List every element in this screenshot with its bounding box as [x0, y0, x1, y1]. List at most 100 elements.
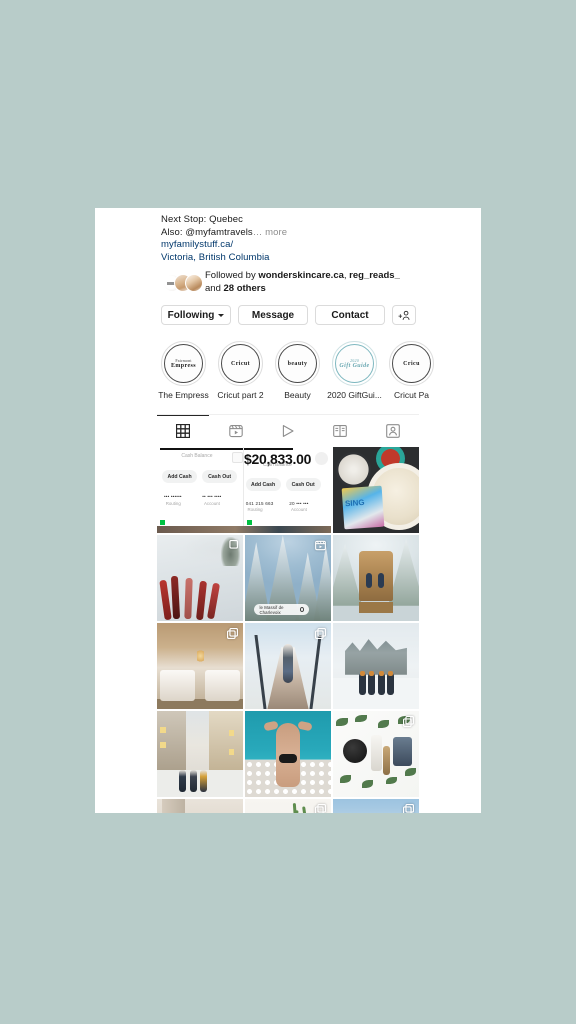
cashapp-logo-left [160, 520, 166, 526]
post-old-quebec-street[interactable] [157, 711, 243, 798]
highlight-label: The Empress [158, 390, 209, 401]
cashapp-amount-sublabel: Cash Balance [263, 461, 292, 467]
dvd-case: SING [341, 485, 385, 530]
post-snowy-bridge[interactable] [245, 623, 331, 710]
cashapp-cash-out-button-right[interactable]: Cash Out [285, 478, 321, 492]
highlight-label: Cricut part 2 [217, 390, 264, 401]
highlight-cover: 2020 Gift Guide [335, 344, 374, 384]
cashapp-card-thumb [231, 452, 243, 464]
poolside-artwork [245, 711, 331, 798]
cashapp-account-label-left: Account [203, 500, 220, 506]
profile-tab-bar [157, 414, 419, 445]
chateau-artwork [333, 623, 419, 710]
carousel-icon [403, 716, 414, 728]
search-icon [299, 607, 305, 613]
profile-action-buttons: Following Message Contact + [95, 295, 481, 326]
tab-tagged[interactable] [367, 415, 419, 445]
profile-website-link[interactable]: myfamilystuff.ca/ [161, 239, 481, 252]
play-icon [282, 424, 294, 437]
followed-by-name-1[interactable]: wonderskincare.ca [258, 270, 344, 281]
dvd-title: SING [345, 497, 366, 508]
carousel-icon [403, 804, 414, 813]
profile-bio: Next Stop: Quebec Also: @myfamtravels… m… [95, 208, 481, 264]
post-snowy-trees[interactable]: le Massif de Charlevoix [245, 535, 331, 622]
tab-igtv[interactable] [262, 415, 314, 445]
highlight-label: Cricut Pa [394, 390, 429, 401]
highlight-cover: Fairmont Empress [164, 344, 203, 384]
post-plant-pot[interactable] [245, 799, 331, 813]
post-movie-night-snacks[interactable]: SING [333, 447, 419, 534]
following-button[interactable]: Following [161, 305, 231, 326]
highlight-cover: beauty [278, 344, 317, 384]
add-person-icon: + [398, 310, 409, 320]
bio-line-next-stop: Next Stop: Quebec [161, 214, 243, 225]
highlight-the-empress[interactable]: Fairmont Empress The Empress [158, 341, 209, 400]
post-chateau-frontenac[interactable] [333, 623, 419, 710]
tagged-person-icon [385, 423, 400, 438]
followed-by-name-2[interactable]: reg_reads_ [349, 270, 400, 281]
cashapp-add-cash-button-left[interactable]: Add Cash [162, 470, 198, 484]
highlight-cricut-part-1[interactable]: Cricu Cricut Pa [389, 341, 434, 400]
cashapp-logo-right [246, 520, 252, 526]
following-button-label: Following [167, 309, 215, 321]
post-giant-chair[interactable] [333, 535, 419, 622]
highlight-ring: Fairmont Empress [161, 341, 206, 387]
followed-by-and: and [205, 282, 224, 294]
cashapp-routing-label-right: Routing [247, 506, 263, 512]
cashapp-account-label-right: Account [290, 506, 307, 512]
message-button[interactable]: Message [238, 305, 308, 326]
portrait-artwork [157, 799, 243, 813]
highlight-cover-line-2: Cricut [230, 360, 251, 367]
tab-grid[interactable] [157, 415, 210, 445]
cashapp-balance-label: Cash Balance [181, 453, 213, 460]
bio-more-link[interactable]: … more [253, 227, 287, 238]
carousel-icon [315, 804, 326, 813]
followed-by-others[interactable]: 28 others [224, 283, 266, 294]
reels-icon [228, 424, 243, 437]
post-skis-on-snow[interactable] [157, 535, 243, 622]
cashapp-routing-value-left: ••• •••••• [163, 494, 182, 500]
svg-text:+: + [398, 313, 402, 320]
cashapp-add-cash-button-right[interactable]: Add Cash [245, 478, 281, 492]
cashapp-account-value-right: 20 ••• ••• [289, 500, 309, 506]
cashapp-routing-value-right: 041 215 663 [245, 500, 274, 506]
followed-by-text: Followed by wonderskincare.ca, reg_reads… [205, 270, 400, 295]
followed-by-prefix: Followed by [205, 270, 259, 282]
old-quebec-artwork [157, 711, 243, 798]
profile-location[interactable]: Victoria, British Columbia [161, 252, 481, 265]
story-highlights[interactable]: Fairmont Empress The Empress Cricut Cric… [95, 325, 481, 400]
bio-also-text: Also: @myfamtravels [161, 226, 253, 238]
highlight-cricut-part-2[interactable]: Cricut Cricut part 2 [217, 341, 264, 400]
highlight-beauty[interactable]: beauty Beauty [275, 341, 320, 400]
post-portrait[interactable] [157, 799, 243, 813]
post-cyclist[interactable] [333, 799, 419, 813]
contact-button[interactable]: Contact [315, 305, 385, 326]
highlight-cover-line-2: beauty [287, 360, 308, 367]
location-pill-label: le Massif de Charlevoix [259, 604, 284, 615]
followed-by-avatars [161, 273, 205, 293]
highlight-label: 2020 GiftGui... [327, 390, 382, 401]
giant-chair-artwork [333, 535, 419, 622]
cashapp-avatar [314, 452, 328, 466]
carousel-icon [229, 540, 238, 549]
cashapp-cash-out-button-left[interactable]: Cash Out [202, 470, 238, 484]
tab-guides[interactable] [314, 415, 366, 445]
followed-by-row[interactable]: Followed by wonderskincare.ca, reg_reads… [95, 264, 481, 295]
reels-icon [315, 540, 326, 551]
highlight-cover-line-2: Cricu [403, 360, 420, 367]
carousel-icon [315, 628, 326, 640]
highlight-ring: Cricut [218, 341, 263, 387]
bio-line-also: Also: @myfamtravels… more [161, 227, 481, 240]
cashapp-screenshot-post[interactable]: Cash Balance $20,833.00 Cash Balance Add… [157, 447, 331, 534]
highlight-ring: 2020 Gift Guide [332, 341, 377, 387]
message-button-label: Message [251, 309, 295, 321]
post-hotel-room[interactable] [157, 623, 243, 710]
post-poolside[interactable] [245, 711, 331, 798]
tab-reels[interactable] [209, 415, 261, 445]
book-icon [333, 424, 348, 437]
highlight-2020-gift-guide[interactable]: 2020 Gift Guide 2020 GiftGui... [327, 341, 382, 400]
highlight-ring: beauty [275, 341, 320, 387]
post-beauty-flatlay[interactable] [333, 711, 419, 798]
highlight-cover: Cricut [221, 344, 260, 384]
add-user-button[interactable]: + [392, 305, 416, 326]
